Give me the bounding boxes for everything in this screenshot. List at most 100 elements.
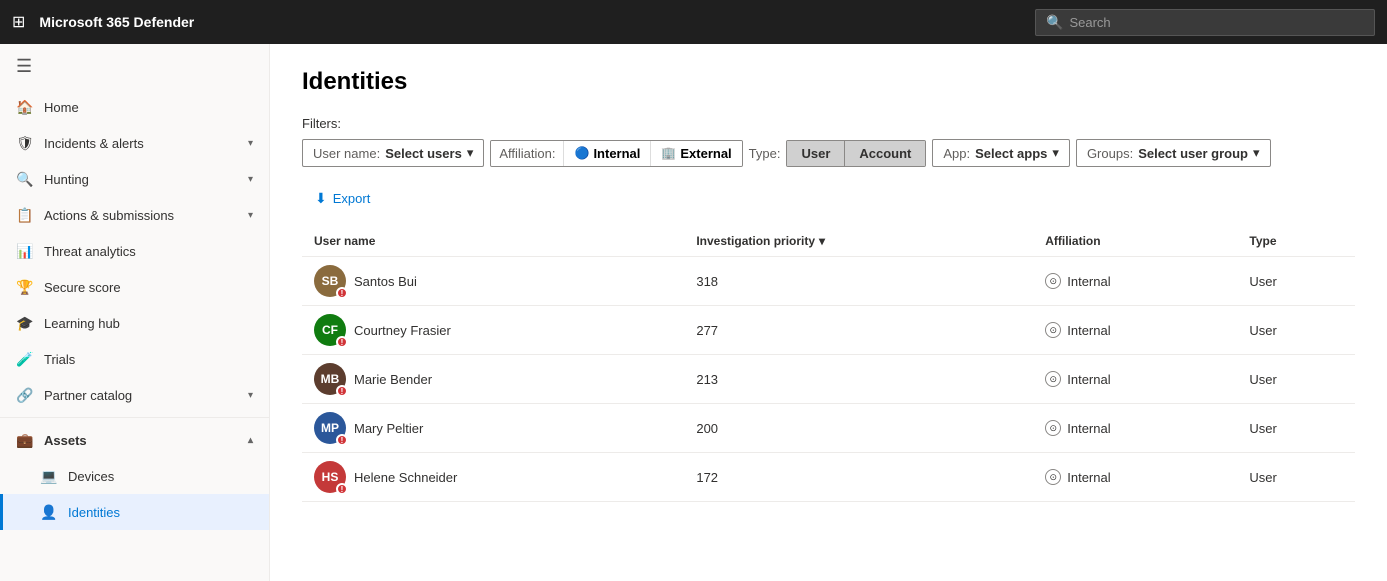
affiliation-value: Internal [1067,470,1110,485]
chevron-up-icon: ▴ [248,435,253,446]
sidebar-toggle[interactable]: ☰ [0,44,269,89]
actions-icon: 📋 [16,206,34,224]
groups-filter-value: Select user group [1138,146,1248,161]
internal-filter-btn[interactable]: 🔵 Internal [564,141,651,166]
affiliation-icon: ⊙ [1045,273,1061,289]
export-icon: ⬇ [315,190,327,207]
alert-badge: ! [336,483,348,495]
assets-icon: 💼 [16,431,34,449]
export-button[interactable]: ⬇ Export [302,183,383,214]
search-icon: 🔍 [1046,14,1063,31]
search-box[interactable]: 🔍 [1035,9,1375,36]
sidebar-item-threat[interactable]: 📊 Threat analytics [0,233,269,269]
col-username: User name [302,226,684,257]
type-cell: User [1237,453,1355,502]
search-input[interactable] [1069,15,1364,30]
chevron-down-icon: ▾ [248,390,253,401]
groups-filter[interactable]: Groups: Select user group ▾ [1076,139,1271,167]
col-priority[interactable]: Investigation priority ▾ [684,226,1033,257]
user-name: Santos Bui [354,274,417,289]
affiliation-value: Internal [1067,372,1110,387]
external-icon: 🏢 [661,146,676,160]
user-name: Mary Peltier [354,421,423,436]
type-account-btn[interactable]: Account [845,141,925,166]
type-user-btn[interactable]: User [787,141,845,166]
type-cell: User [1237,306,1355,355]
affiliation-icon: ⊙ [1045,322,1061,338]
affiliation-cell: ⊙ Internal [1033,404,1237,453]
app-layout: ☰ 🏠 Home 🛡 Incidents & alerts ▾ 🔍 Huntin… [0,44,1387,581]
type-cell: User [1237,257,1355,306]
identity-icon: 👤 [40,503,58,521]
sidebar-item-hunting[interactable]: 🔍 Hunting ▾ [0,161,269,197]
table-row[interactable]: HS ! Helene Schneider 172 ⊙ Internal Use… [302,453,1355,502]
sidebar-item-devices[interactable]: 💻 Devices [0,458,269,494]
table-row[interactable]: MP ! Mary Peltier 200 ⊙ Internal User [302,404,1355,453]
sidebar-item-trials[interactable]: 🧪 Trials [0,341,269,377]
app-filter[interactable]: App: Select apps ▾ [932,139,1070,167]
table-row[interactable]: SB ! Santos Bui 318 ⊙ Internal User [302,257,1355,306]
shield-icon: 🛡 [16,134,34,152]
table-row[interactable]: CF ! Courtney Frasier 277 ⊙ Internal Use… [302,306,1355,355]
affiliation-label: Affiliation: [491,141,564,166]
username-filter[interactable]: User name: Select users ▾ [302,139,484,167]
user-cell: SB ! Santos Bui [302,257,684,306]
sort-icon: ▾ [819,234,825,248]
chevron-down-icon: ▾ [1253,145,1260,161]
type-filter-label: Type: [749,146,781,161]
avatar: SB ! [314,265,346,297]
partner-icon: 🔗 [16,386,34,404]
affiliation-icon: ⊙ [1045,371,1061,387]
app-filter-value: Select apps [975,146,1047,161]
sidebar-item-actions[interactable]: 📋 Actions & submissions ▾ [0,197,269,233]
devices-icon: 💻 [40,467,58,485]
affiliation-filter-group: Affiliation: 🔵 Internal 🏢 External [490,140,742,167]
alert-badge: ! [336,287,348,299]
sidebar-item-incidents[interactable]: 🛡 Incidents & alerts ▾ [0,125,269,161]
type-filter-group: User Account [786,140,926,167]
sidebar-item-score[interactable]: 🏆 Secure score [0,269,269,305]
sidebar-divider [0,417,269,418]
username-filter-value: Select users [385,146,462,161]
sidebar: ☰ 🏠 Home 🛡 Incidents & alerts ▾ 🔍 Huntin… [0,44,270,581]
affiliation-cell: ⊙ Internal [1033,257,1237,306]
internal-icon: 🔵 [574,146,589,160]
filters-label: Filters: [302,116,1355,131]
sidebar-item-home[interactable]: 🏠 Home [0,89,269,125]
priority-cell: 213 [684,355,1033,404]
chevron-down-icon: ▾ [1052,145,1059,161]
type-cell: User [1237,355,1355,404]
topbar: ⊞ Microsoft 365 Defender 🔍 [0,0,1387,44]
user-cell: MP ! Mary Peltier [302,404,684,453]
priority-cell: 200 [684,404,1033,453]
app-filter-label: App: [943,146,970,161]
hunting-icon: 🔍 [16,170,34,188]
external-filter-btn[interactable]: 🏢 External [651,141,741,166]
threat-icon: 📊 [16,242,34,260]
alert-badge: ! [336,434,348,446]
avatar: MB ! [314,363,346,395]
chevron-down-icon: ▾ [248,210,253,221]
user-cell: MB ! Marie Bender [302,355,684,404]
trials-icon: 🧪 [16,350,34,368]
table-row[interactable]: MB ! Marie Bender 213 ⊙ Internal User [302,355,1355,404]
user-name: Helene Schneider [354,470,457,485]
affiliation-value: Internal [1067,274,1110,289]
sidebar-section-assets[interactable]: 💼 Assets ▴ [0,422,269,458]
affiliation-cell: ⊙ Internal [1033,355,1237,404]
priority-cell: 172 [684,453,1033,502]
sidebar-item-identities[interactable]: 👤 Identities [0,494,269,530]
affiliation-icon: ⊙ [1045,420,1061,436]
learning-icon: 🎓 [16,314,34,332]
avatar: MP ! [314,412,346,444]
user-name: Courtney Frasier [354,323,451,338]
affiliation-cell: ⊙ Internal [1033,453,1237,502]
affiliation-value: Internal [1067,323,1110,338]
sidebar-item-learning[interactable]: 🎓 Learning hub [0,305,269,341]
export-label: Export [333,191,371,206]
alert-badge: ! [336,385,348,397]
score-icon: 🏆 [16,278,34,296]
sidebar-item-partner[interactable]: 🔗 Partner catalog ▾ [0,377,269,413]
identities-table: User name Investigation priority ▾ Affil… [302,226,1355,502]
grid-icon[interactable]: ⊞ [12,12,25,32]
